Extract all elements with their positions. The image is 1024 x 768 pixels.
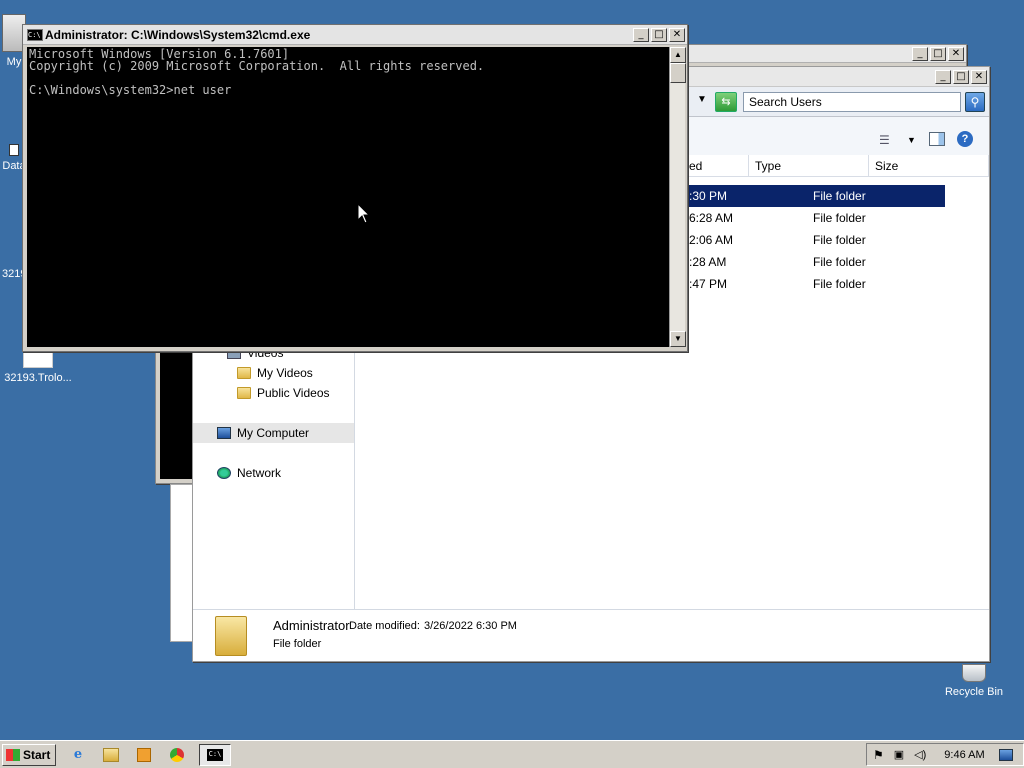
window-title: Administrator: C:\Windows\System32\cmd.e… (45, 27, 311, 42)
flag-icon[interactable]: ⚑ (873, 748, 884, 762)
cell-modified: 6:28 AM (689, 211, 734, 225)
maximize-button[interactable]: □ (651, 27, 667, 42)
file-icon (23, 352, 53, 368)
start-button[interactable]: Start (2, 743, 56, 766)
minimize-button[interactable]: _ (935, 69, 951, 84)
minimize-button[interactable]: _ (633, 27, 649, 42)
close-button[interactable]: ✕ (669, 27, 685, 42)
table-row[interactable]: :28 AM File folder (683, 251, 945, 273)
desktop-icon-label: My (6, 56, 22, 68)
console-output[interactable]: Microsoft Windows [Version 6.1.7601] Copy… (27, 47, 669, 347)
scroll-down-icon[interactable]: ▼ (670, 331, 686, 347)
details-type: File folder (273, 638, 322, 650)
cmd-window[interactable]: C:\ Administrator: C:\Windows\System32\c… (22, 24, 688, 352)
maximize-button[interactable]: □ (930, 46, 946, 61)
nav-item-label: My Computer (237, 426, 310, 440)
close-button[interactable]: ✕ (948, 46, 964, 61)
desktop-icon-file-32193[interactable]: 32193.Trolo... (0, 352, 76, 384)
dark-pane (160, 345, 194, 479)
refresh-icon[interactable]: ⇆ (715, 92, 737, 112)
cell-type: File folder (813, 255, 866, 269)
nav-item-label: Network (237, 466, 282, 480)
cell-modified: :28 AM (689, 255, 727, 269)
table-row[interactable]: :47 PM File folder (683, 273, 945, 295)
titlebar[interactable]: C:\ Administrator: C:\Windows\System32\c… (23, 25, 687, 45)
view-options-icon[interactable]: ☰ (879, 133, 890, 147)
details-name: Administrator (273, 618, 350, 633)
nav-item-my-computer[interactable]: My Computer (193, 423, 354, 443)
search-icon[interactable]: ⚲ (965, 92, 985, 112)
clock[interactable]: 9:46 AM (944, 749, 984, 761)
file-icon (9, 144, 19, 156)
chrome-icon[interactable] (166, 744, 188, 766)
preview-pane-icon[interactable] (929, 132, 945, 146)
file-list: :30 PM File folder 6:28 AM File folder 2… (683, 185, 945, 295)
nav-item-my-videos[interactable]: My Videos (193, 363, 354, 383)
vertical-scrollbar[interactable]: ▲ ▼ (669, 47, 686, 347)
nav-item-public-videos[interactable]: Public Videos (193, 383, 354, 403)
folder-icon (237, 367, 251, 379)
internet-explorer-icon[interactable]: e (67, 744, 89, 766)
navigation-pane: Videos My Videos Public Videos My Comput… (193, 337, 355, 609)
folder-icon (237, 387, 251, 399)
recycle-bin-icon (962, 664, 986, 682)
start-label: Start (23, 747, 51, 762)
folder-icon (215, 616, 247, 656)
search-input[interactable]: Search Users (743, 92, 961, 112)
table-row[interactable]: :30 PM File folder (683, 185, 945, 207)
details-date-value: 3/26/2022 6:30 PM (424, 620, 517, 632)
table-row[interactable]: 2:06 AM File folder (683, 229, 945, 251)
windows-logo-icon (6, 748, 20, 761)
desktop-icon-label: Recycle Bin (944, 686, 1004, 698)
close-button[interactable]: ✕ (971, 69, 987, 84)
maximize-button[interactable]: □ (953, 69, 969, 84)
cell-modified: :47 PM (689, 277, 728, 291)
column-type[interactable]: Type (749, 155, 869, 176)
console-line: Copyright (c) 2009 Microsoft Corporation… (29, 59, 485, 73)
console-line: C:\Windows\system32>net user (29, 83, 232, 97)
show-desktop-icon[interactable] (998, 748, 1013, 761)
desktop-icon-recycle-bin[interactable]: Recycle Bin (944, 664, 1004, 698)
chevron-down-icon[interactable]: ▼ (697, 94, 707, 105)
cell-modified: :30 PM (689, 189, 728, 203)
scroll-thumb[interactable] (670, 63, 686, 83)
table-row[interactable]: 6:28 AM File folder (683, 207, 945, 229)
cell-type: File folder (813, 211, 866, 225)
network-icon (217, 467, 231, 479)
nav-item-label: Public Videos (257, 386, 330, 400)
column-date-modified[interactable]: ed (683, 155, 749, 176)
mouse-cursor-icon (358, 204, 370, 224)
back-window-lower-frame (170, 484, 194, 642)
nav-item-label: My Videos (257, 366, 313, 380)
volume-icon[interactable]: ◁) (914, 748, 926, 761)
column-size[interactable]: Size (869, 155, 989, 176)
cmd-taskbar-button[interactable]: C:\ (199, 743, 231, 766)
system-tray: ⚑ ▣ ◁) 9:46 AM (866, 743, 1024, 766)
file-explorer-icon[interactable] (100, 744, 122, 766)
column-headers: ed Type Size (683, 155, 989, 177)
taskbar: Start e C:\ ⚑ ▣ ◁) 9:46 AM (0, 740, 1024, 768)
chevron-down-icon[interactable]: ▼ (907, 135, 916, 145)
computer-icon (217, 427, 231, 439)
minimize-button[interactable]: _ (912, 46, 928, 61)
cell-modified: 2:06 AM (689, 233, 734, 247)
desktop-icon-label: 32193.Trolo... (4, 372, 72, 384)
cell-type: File folder (813, 233, 866, 247)
nav-item-network[interactable]: Network (193, 463, 354, 483)
details-pane: Administrator Date modified: 3/26/2022 6… (193, 609, 989, 661)
media-player-icon[interactable] (133, 744, 155, 766)
cmd-icon: C:\ (27, 28, 43, 41)
network-tray-icon[interactable]: ▣ (894, 748, 904, 761)
details-date-label: Date modified: (349, 620, 420, 632)
scroll-up-icon[interactable]: ▲ (670, 47, 686, 63)
cell-type: File folder (813, 277, 866, 291)
cell-type: File folder (813, 189, 866, 203)
help-icon[interactable]: ? (957, 131, 973, 147)
